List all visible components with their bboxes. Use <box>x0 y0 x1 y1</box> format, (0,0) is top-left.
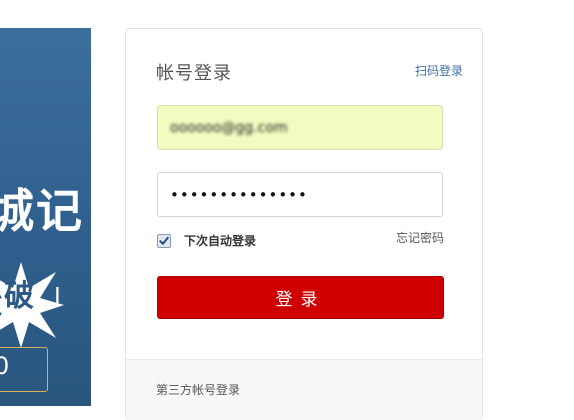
banner-headline: 城记 <box>0 184 84 238</box>
checkmark-icon <box>159 236 169 245</box>
panel-title: 帐号登录 <box>156 63 232 84</box>
third-party-section: 第三方帐号登录 <box>126 359 482 420</box>
remember-checkbox[interactable] <box>157 233 171 248</box>
banner-box-text: 0 <box>0 352 10 380</box>
login-button[interactable]: 登录 <box>157 276 444 319</box>
remember-row: 下次自动登录 <box>157 232 256 249</box>
forgot-password-link[interactable]: 忘记密码 <box>396 229 444 246</box>
username-field[interactable]: oooooo@gg.com <box>157 105 443 150</box>
third-party-label: 第三方帐号登录 <box>156 383 241 397</box>
remember-label: 下次自动登录 <box>184 234 257 248</box>
username-value: oooooo@gg.com <box>170 119 288 136</box>
banner-sub-text: 破 <box>4 279 34 314</box>
banner-bracket: 」 <box>48 277 78 312</box>
login-panel: 帐号登录 扫码登录 oooooo@gg.com •••••••••••••• 下… <box>125 28 483 420</box>
qr-login-link[interactable]: 扫码登录 <box>415 62 463 79</box>
password-value: •••••••••••••• <box>170 185 308 204</box>
promo-banner: 城记 破 」 0 <box>0 28 91 406</box>
password-field[interactable]: •••••••••••••• <box>157 172 443 217</box>
